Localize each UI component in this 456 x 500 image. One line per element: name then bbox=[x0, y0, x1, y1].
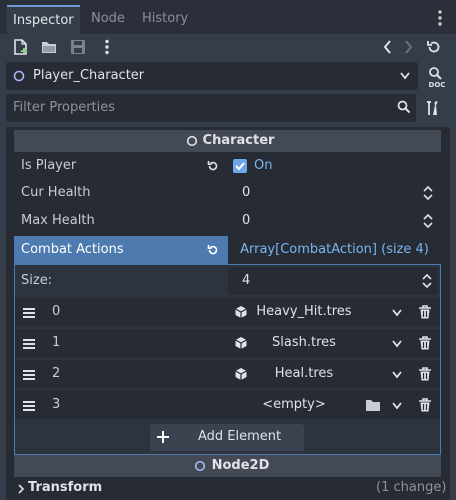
resource-name: Heavy_Hit.tres bbox=[256, 304, 352, 319]
resource-picker-empty[interactable]: <empty> bbox=[228, 392, 360, 418]
resource-name: <empty> bbox=[262, 397, 326, 412]
transform-changes: (1 change) bbox=[376, 480, 447, 495]
resource-cube-icon bbox=[235, 368, 247, 380]
dock-tab-bar: Inspector Node History bbox=[0, 0, 456, 34]
resource-menu-button[interactable] bbox=[386, 361, 408, 387]
resource-picker[interactable]: Heal.tres bbox=[228, 361, 382, 387]
transform-label: Transform bbox=[28, 480, 103, 495]
add-element-label: Add Element bbox=[198, 429, 282, 444]
remove-element-button[interactable] bbox=[413, 330, 437, 356]
tab-node[interactable]: Node bbox=[85, 5, 131, 34]
resource-menu-button[interactable] bbox=[386, 392, 408, 418]
resource-menu-button[interactable] bbox=[386, 330, 408, 356]
quick-load-button[interactable] bbox=[361, 392, 385, 418]
resource-picker[interactable]: Slash.tres bbox=[228, 330, 382, 356]
filter-placeholder: Filter Properties bbox=[13, 100, 116, 115]
tab-history[interactable]: History bbox=[136, 5, 194, 34]
section-header-node2d[interactable]: Node2D bbox=[14, 455, 441, 477]
chevron-down-icon bbox=[392, 402, 402, 410]
cur-health-value[interactable]: 0 bbox=[242, 185, 250, 200]
section-header-character[interactable]: Character bbox=[14, 130, 441, 152]
chevron-down-icon bbox=[392, 309, 402, 317]
new-resource-icon[interactable] bbox=[12, 38, 30, 56]
element-index: 2 bbox=[52, 366, 61, 381]
open-folder-icon[interactable] bbox=[40, 38, 58, 56]
resource-cube-icon bbox=[235, 306, 247, 318]
drag-handle-icon[interactable] bbox=[20, 336, 38, 352]
open-docs-icon[interactable]: DOC bbox=[424, 64, 450, 90]
history-forward-icon[interactable] bbox=[399, 38, 417, 56]
drag-handle-icon[interactable] bbox=[20, 305, 38, 321]
spinner-arrows-icon[interactable] bbox=[423, 213, 433, 229]
trash-icon bbox=[419, 398, 431, 412]
more-vertical-icon[interactable] bbox=[98, 38, 116, 56]
node-circle-icon bbox=[13, 70, 25, 82]
property-label-cur-health: Cur Health bbox=[21, 185, 91, 200]
remove-element-button[interactable] bbox=[413, 361, 437, 387]
revert-icon[interactable] bbox=[206, 243, 220, 257]
spinner-arrows-icon[interactable] bbox=[422, 273, 432, 289]
trash-icon bbox=[419, 336, 431, 350]
resource-cube-icon bbox=[235, 337, 247, 349]
doc-label: DOC bbox=[429, 81, 446, 89]
max-health-value[interactable]: 0 bbox=[242, 213, 250, 228]
check-icon bbox=[235, 162, 245, 171]
is-player-checkbox[interactable] bbox=[233, 159, 247, 173]
transform-group[interactable]: Transform (1 change) bbox=[6, 478, 450, 500]
section-title: Node2D bbox=[211, 458, 270, 473]
resource-name: Heal.tres bbox=[274, 366, 334, 381]
element-index: 3 bbox=[52, 397, 61, 412]
array-size-value: 4 bbox=[242, 273, 251, 288]
chevron-right-icon bbox=[18, 484, 25, 494]
filter-properties-input[interactable]: Filter Properties bbox=[6, 94, 416, 122]
resource-menu-button[interactable] bbox=[386, 299, 408, 325]
chevron-down-icon bbox=[392, 340, 402, 348]
add-icon bbox=[157, 431, 169, 443]
chevron-down-icon bbox=[400, 72, 410, 80]
revert-icon[interactable] bbox=[206, 159, 220, 173]
resource-name: Slash.tres bbox=[272, 335, 336, 350]
element-index: 0 bbox=[52, 304, 61, 319]
is-player-value: On bbox=[254, 158, 273, 173]
array-size-label: Size: bbox=[21, 273, 53, 288]
array-size-field[interactable]: 4 bbox=[228, 267, 438, 295]
dock-menu-icon[interactable] bbox=[432, 9, 448, 27]
trash-icon bbox=[419, 305, 431, 319]
add-element-button[interactable]: Add Element bbox=[150, 424, 304, 451]
save-icon[interactable] bbox=[69, 38, 87, 56]
spinner-arrows-icon[interactable] bbox=[423, 185, 433, 201]
property-label-combat-actions: Combat Actions bbox=[21, 242, 124, 257]
folder-icon bbox=[366, 400, 380, 411]
combat-actions-property[interactable]: Combat Actions bbox=[14, 236, 228, 264]
trash-icon bbox=[419, 367, 431, 381]
element-index: 1 bbox=[52, 335, 61, 350]
resource-picker[interactable]: Heavy_Hit.tres bbox=[228, 299, 382, 325]
chevron-down-icon bbox=[392, 371, 402, 379]
drag-handle-icon[interactable] bbox=[20, 398, 38, 414]
array-summary-button[interactable]: Array[CombatAction] (size 4) bbox=[228, 236, 441, 264]
tab-inspector[interactable]: Inspector bbox=[7, 5, 80, 34]
search-icon bbox=[397, 100, 411, 114]
history-back-icon[interactable] bbox=[379, 38, 397, 56]
property-label-max-health: Max Health bbox=[21, 213, 95, 228]
section-title: Character bbox=[202, 133, 275, 148]
drag-handle-icon[interactable] bbox=[20, 367, 38, 383]
object-history-icon[interactable] bbox=[425, 38, 443, 56]
remove-element-button[interactable] bbox=[413, 392, 437, 418]
tools-icon[interactable] bbox=[425, 99, 443, 117]
array-summary-text: Array[CombatAction] (size 4) bbox=[240, 242, 429, 257]
object-selector[interactable]: Player_Character bbox=[6, 62, 418, 90]
remove-element-button[interactable] bbox=[413, 299, 437, 325]
property-label-is-player: Is Player bbox=[21, 158, 77, 173]
object-name: Player_Character bbox=[33, 68, 145, 83]
